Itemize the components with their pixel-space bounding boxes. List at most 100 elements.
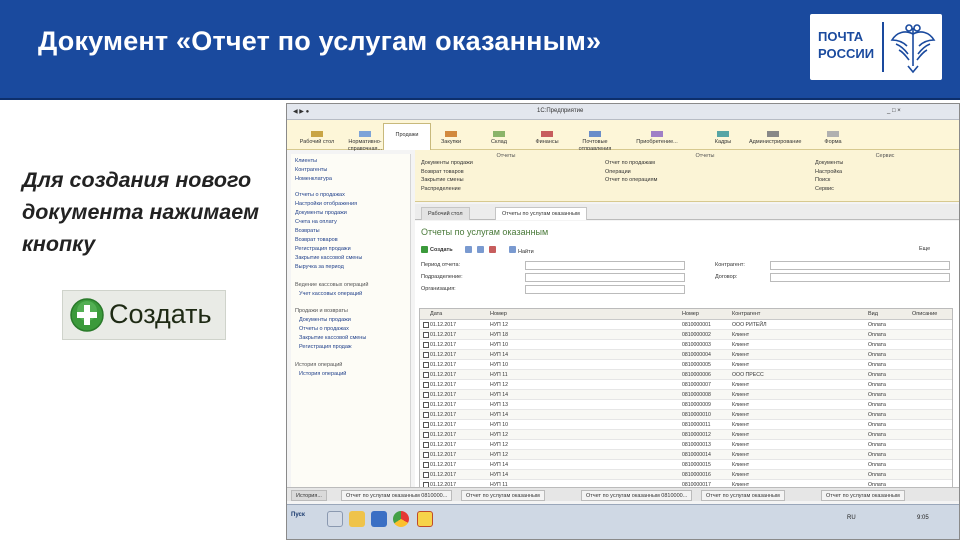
nav-link[interactable]: Настройки отображения <box>295 201 357 207</box>
1c-icon[interactable] <box>417 511 433 527</box>
table-row[interactable]: 01.12.2017 НУП 10 0810000005 Клиент Оплата <box>420 360 952 370</box>
table-cell: 0810000013 <box>682 442 711 448</box>
more-button[interactable]: Еще <box>919 246 930 252</box>
section-item[interactable]: Нормативно-справочная... <box>341 131 389 153</box>
tab-report[interactable]: Отчеты по услугам оказанным <box>495 207 587 220</box>
table-row[interactable]: 01.12.2017 НУП 14 0810000016 Клиент Оплата <box>420 470 952 480</box>
dashboard-link[interactable]: Возврат товаров <box>421 168 591 177</box>
filter-input[interactable] <box>770 273 950 282</box>
edit-icon[interactable] <box>477 246 486 253</box>
window-tab[interactable]: Отчет по услугам оказанным 0810000... <box>581 490 693 501</box>
section-item-active[interactable]: Продажи <box>383 123 431 150</box>
start-button[interactable]: Пуск <box>291 512 305 518</box>
column-header[interactable]: Описание <box>912 311 937 317</box>
nav-link[interactable]: Выручка за период <box>295 264 344 270</box>
column-header[interactable]: Номер <box>490 311 507 317</box>
table-row[interactable]: 01.12.2017 НУП 12 0810000007 Клиент Оплата <box>420 380 952 390</box>
table-cell: 01.12.2017 <box>430 382 456 388</box>
table-row[interactable]: 01.12.2017 НУП 12 0810000013 Клиент Оплата <box>420 440 952 450</box>
section-item[interactable]: Форма <box>809 131 857 146</box>
nav-link[interactable]: Закрытие кассовой смены <box>299 335 366 341</box>
table-row[interactable]: 01.12.2017 НУП 13 0810000009 Клиент Оплата <box>420 400 952 410</box>
nav-link[interactable]: Регистрация продаж <box>299 344 352 350</box>
table-row[interactable]: 01.12.2017 НУП 10 0810000003 Клиент Оплата <box>420 340 952 350</box>
computer-icon[interactable] <box>327 511 343 527</box>
column-header[interactable]: Номер <box>682 311 699 317</box>
folder-icon[interactable] <box>349 511 365 527</box>
find-button[interactable]: Найти <box>509 246 534 255</box>
window-tab[interactable]: История... <box>291 490 327 501</box>
table-row[interactable]: 01.12.2017 НУП 14 0810000010 Клиент Оплата <box>420 410 952 420</box>
dashboard-column: Сервис Документы Настройка Поиск Сервис <box>815 153 955 193</box>
nav-link[interactable]: Документы продажи <box>295 210 347 216</box>
window-tab[interactable]: Отчет по услугам оказанным <box>461 490 545 501</box>
tab-desktop[interactable]: Рабочий стол <box>421 207 470 220</box>
window-tab[interactable]: Отчет по услугам оказанным <box>821 490 905 501</box>
window-buttons[interactable]: _ □ × <box>887 108 901 114</box>
nav-link[interactable]: Возврат товаров <box>295 237 338 243</box>
nav-link[interactable]: Регистрация продажи <box>295 246 351 252</box>
create-button-zoom[interactable]: Создать <box>62 290 226 340</box>
nav-link[interactable]: Учет кассовых операций <box>299 291 362 297</box>
create-button-label: Создать <box>109 299 212 329</box>
section-item[interactable]: Закупки <box>427 131 475 146</box>
dashboard-link[interactable]: Документы <box>815 159 955 168</box>
nav-link[interactable]: Отчеты о продажах <box>299 326 349 332</box>
table-row[interactable]: 01.12.2017 НУП 14 0810000015 Клиент Оплата <box>420 460 952 470</box>
column-header[interactable]: Вид <box>868 311 878 317</box>
table-row[interactable]: 01.12.2017 НУП 18 0810000002 Клиент Оплата <box>420 330 952 340</box>
filter-input[interactable] <box>525 285 685 294</box>
table-row[interactable]: 01.12.2017 НУП 12 0810000014 Клиент Оплата <box>420 450 952 460</box>
table-cell: Клиент <box>732 462 750 468</box>
dashboard-link[interactable]: Сервис <box>815 185 955 194</box>
nav-link[interactable]: Отчеты о продажах <box>295 192 345 198</box>
dashboard-link[interactable]: Отчет по продажам <box>605 159 805 168</box>
section-item[interactable]: Приобретение... <box>633 131 681 146</box>
table-row[interactable]: 01.12.2017 НУП 14 0810000004 Клиент Оплата <box>420 350 952 360</box>
filter-input[interactable] <box>525 261 685 270</box>
column-header[interactable]: Контрагент <box>732 311 760 317</box>
table-row[interactable]: 01.12.2017 НУП 12 0810000012 Клиент Оплата <box>420 430 952 440</box>
nav-link[interactable]: Контрагенты <box>295 167 327 173</box>
table-cell: 0810000010 <box>682 412 711 418</box>
dashboard-link[interactable]: Операции <box>605 168 805 177</box>
column-header[interactable]: Дата <box>430 311 442 317</box>
section-item[interactable]: Рабочий стол <box>293 131 341 146</box>
nav-link[interactable]: Возвраты <box>295 228 320 234</box>
table-row[interactable]: 01.12.2017 НУП 11 0810000006 ООО ПРЕСС Оплат… <box>420 370 952 380</box>
dashboard-link[interactable]: Закрытие смены <box>421 176 591 185</box>
table-row[interactable]: 01.12.2017 НУП 14 0810000008 Клиент Оплата <box>420 390 952 400</box>
window-tab[interactable]: Отчет по услугам оказанным 0810000... <box>341 490 453 501</box>
section-item[interactable]: Финансы <box>523 131 571 146</box>
dashboard-link[interactable]: Настройка <box>815 168 955 177</box>
word-icon[interactable] <box>371 511 387 527</box>
dashboard-link[interactable]: Документы продажи <box>421 159 591 168</box>
delete-icon[interactable] <box>489 246 498 253</box>
table-cell: Клиент <box>732 412 750 418</box>
chrome-icon[interactable] <box>393 511 409 527</box>
window-controls[interactable]: ◀ ▶ ● <box>293 108 309 115</box>
table-row[interactable]: 01.12.2017 НУП 10 0810000011 Клиент Оплата <box>420 420 952 430</box>
table-row[interactable]: 01.12.2017 НУП 12 0810000001 ООО РИТЕЙЛ Опла… <box>420 320 952 330</box>
nav-link[interactable]: Закрытие кассовой смены <box>295 255 362 261</box>
nav-link[interactable]: Документы продажи <box>299 317 351 323</box>
language-indicator[interactable]: RU <box>847 515 856 521</box>
table-cell: 0810000009 <box>682 402 711 408</box>
section-item[interactable]: Кадры <box>699 131 747 146</box>
section-item[interactable]: Администрирование <box>749 131 801 146</box>
dashboard-link[interactable]: Отчет по операциям <box>605 176 805 185</box>
nav-link[interactable]: Номенклатура <box>295 176 332 182</box>
table-cell: Оплата <box>868 432 886 438</box>
window-tab[interactable]: Отчет по услугам оказанным <box>701 490 785 501</box>
filter-input[interactable] <box>770 261 950 270</box>
dashboard-link[interactable]: Поиск <box>815 176 955 185</box>
create-button[interactable]: Создать <box>421 246 453 253</box>
table-cell: Оплата <box>868 342 886 348</box>
dashboard-link[interactable]: Распределение <box>421 185 591 194</box>
copy-icon[interactable] <box>465 246 474 253</box>
nav-link[interactable]: Клиенты <box>295 158 317 164</box>
section-item[interactable]: Склад <box>475 131 523 146</box>
nav-link[interactable]: Счета на оплату <box>295 219 337 225</box>
nav-link[interactable]: История операций <box>299 371 346 377</box>
filter-input[interactable] <box>525 273 685 282</box>
